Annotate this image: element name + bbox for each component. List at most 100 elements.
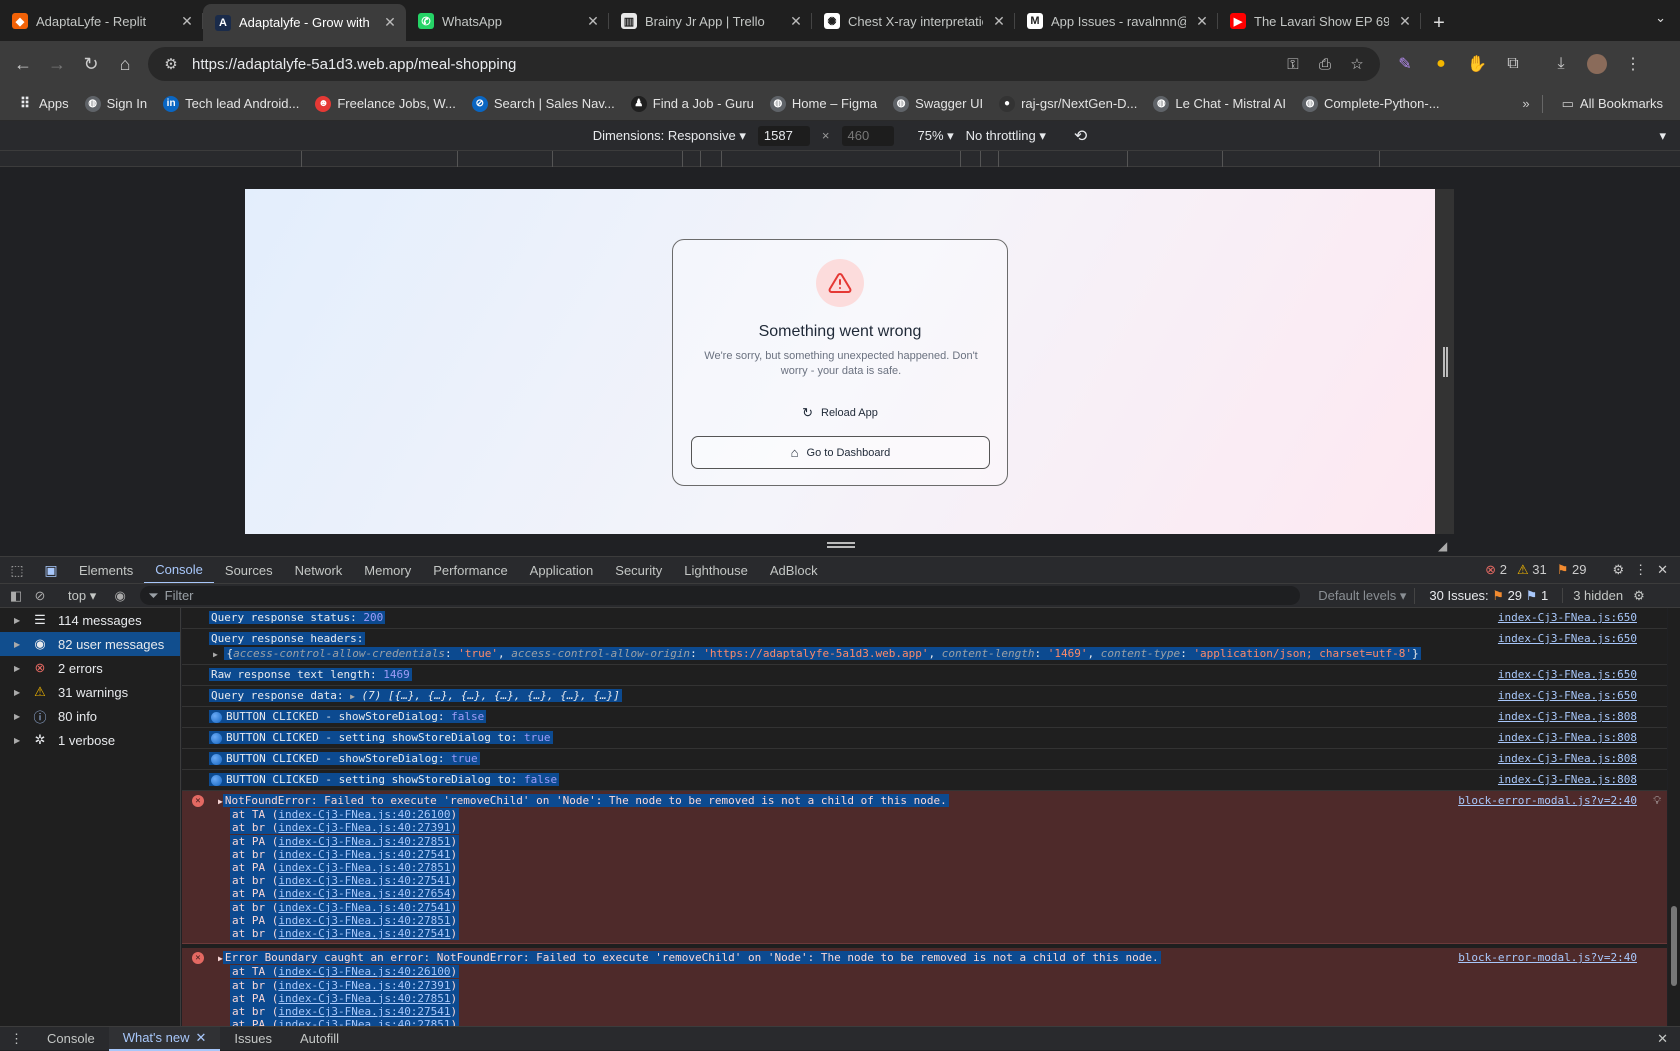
- stack-link[interactable]: index-Cj3-FNea.js:40:27851: [278, 914, 450, 927]
- browser-tab[interactable]: ◆ AdaptaLyfe - Replit ✕: [0, 4, 203, 38]
- expand-arrow-icon[interactable]: ▶: [14, 616, 22, 625]
- source-link[interactable]: index-Cj3-FNea.js:808: [1498, 752, 1637, 765]
- device-width-input[interactable]: 1587: [757, 125, 810, 146]
- devtools-tab-lighthouse[interactable]: Lighthouse: [673, 557, 759, 584]
- close-drawer-icon[interactable]: ✕: [1657, 1031, 1680, 1047]
- drawer-tab-autofill[interactable]: Autofill: [286, 1027, 353, 1051]
- source-link[interactable]: index-Cj3-FNea.js:650: [1498, 611, 1637, 624]
- devtools-tab-memory[interactable]: Memory: [353, 557, 422, 584]
- all-bookmarks[interactable]: ▭ All Bookmarks: [1555, 91, 1670, 117]
- install-app-icon[interactable]: ⎙: [1314, 56, 1336, 73]
- settings-gear-icon[interactable]: ⚙: [1612, 562, 1624, 578]
- resize-grip-bottom-icon[interactable]: [827, 542, 855, 548]
- close-tab-icon[interactable]: ✕: [991, 13, 1007, 30]
- expand-arrow-icon[interactable]: ▶: [14, 640, 22, 649]
- source-link[interactable]: index-Cj3-FNea.js:650: [1498, 689, 1637, 702]
- browser-tab[interactable]: ✆ WhatsApp ✕: [406, 4, 609, 38]
- expand-arrow-icon[interactable]: ▶: [350, 692, 355, 701]
- close-tab-icon[interactable]: ✕: [585, 13, 601, 30]
- drawer-menu-icon[interactable]: ⋮: [0, 1031, 33, 1047]
- bookmark-item[interactable]: ♟ Find a Job - Guru: [624, 91, 761, 117]
- bookmark-item[interactable]: ◍ Swagger UI: [886, 91, 990, 117]
- site-settings-icon[interactable]: ⚙: [160, 55, 182, 73]
- stack-link[interactable]: index-Cj3-FNea.js:40:27391: [278, 979, 450, 992]
- sidebar-filter-item[interactable]: ▶ ⚠ 31 warnings: [0, 680, 180, 704]
- default-levels-select[interactable]: Default levels ▾: [1310, 587, 1416, 604]
- devtools-tab-console[interactable]: Console: [144, 557, 214, 584]
- devtools-tab-sources[interactable]: Sources: [214, 557, 284, 584]
- back-icon[interactable]: ←: [6, 47, 40, 81]
- extension-stop-icon[interactable]: ✋: [1460, 47, 1494, 81]
- expand-arrow-icon[interactable]: ▶: [14, 736, 22, 745]
- stack-link[interactable]: index-Cj3-FNea.js:40:27654: [278, 887, 450, 900]
- extension-pen-icon[interactable]: ✎: [1388, 47, 1422, 81]
- source-link[interactable]: index-Cj3-FNea.js:808: [1498, 710, 1637, 723]
- profile-avatar[interactable]: [1580, 47, 1614, 81]
- bookmark-item[interactable]: ◍ Le Chat - Mistral AI: [1146, 91, 1293, 117]
- drawer-tab-what-s-new[interactable]: What's new ✕: [108, 1026, 221, 1051]
- devtools-tab-elements[interactable]: Elements: [68, 557, 144, 584]
- address-bar[interactable]: ⚙ https://adaptalyfe-5a1d3.web.app/meal-…: [148, 47, 1380, 81]
- stack-link[interactable]: index-Cj3-FNea.js:40:27851: [278, 835, 450, 848]
- close-tab-icon[interactable]: ✕: [1397, 13, 1413, 30]
- browser-tab[interactable]: ▥ Brainy Jr App | Trello ✕: [609, 4, 812, 38]
- stack-link[interactable]: index-Cj3-FNea.js:40:27851: [278, 1018, 450, 1026]
- extensions-puzzle-icon[interactable]: ⧉: [1496, 47, 1530, 81]
- zoom-select[interactable]: 75% ▾: [918, 128, 954, 144]
- expand-arrow-icon[interactable]: ▶: [14, 664, 22, 673]
- reload-icon[interactable]: ↻: [74, 47, 108, 81]
- scrollbar-thumb[interactable]: [1671, 906, 1677, 986]
- expand-arrow-icon[interactable]: ▶: [213, 650, 218, 659]
- stack-link[interactable]: index-Cj3-FNea.js:40:27541: [278, 1005, 450, 1018]
- devtools-tab-security[interactable]: Security: [604, 557, 673, 584]
- dimensions-select[interactable]: Dimensions: Responsive ▾: [593, 128, 746, 144]
- devtools-tab-network[interactable]: Network: [284, 557, 354, 584]
- bookmark-star-icon[interactable]: ☆: [1346, 55, 1368, 73]
- extension-badge-icon[interactable]: ●: [1424, 47, 1458, 81]
- stack-link[interactable]: index-Cj3-FNea.js:40:27541: [278, 901, 450, 914]
- sidebar-filter-item[interactable]: ▶ ☰ 114 messages: [0, 608, 180, 632]
- close-devtools-icon[interactable]: ✕: [1657, 562, 1668, 578]
- stack-link[interactable]: index-Cj3-FNea.js:40:27851: [278, 861, 450, 874]
- live-expression-eye-icon[interactable]: ◉: [108, 588, 132, 604]
- warnings-counter[interactable]: ⚠ 31: [1517, 562, 1547, 578]
- source-link[interactable]: index-Cj3-FNea.js:808: [1498, 731, 1637, 744]
- close-tab-icon[interactable]: ✕: [1194, 13, 1210, 30]
- lightbulb-icon[interactable]: 💡︎: [1653, 794, 1661, 808]
- expand-arrow-icon[interactable]: ▶: [14, 688, 22, 697]
- source-link[interactable]: index-Cj3-FNea.js:808: [1498, 773, 1637, 786]
- reload-app-button[interactable]: ↻ Reload App: [691, 400, 989, 426]
- resize-grip-icon[interactable]: [1443, 347, 1448, 377]
- new-tab-button[interactable]: +: [1421, 5, 1457, 41]
- devtools-menu-icon[interactable]: ⋮: [1634, 562, 1647, 578]
- bookmark-item[interactable]: ◍ Complete-Python-...: [1295, 91, 1447, 117]
- go-to-dashboard-button[interactable]: ⌂ Go to Dashboard: [691, 436, 990, 469]
- rotate-icon[interactable]: ⟲: [1074, 126, 1087, 146]
- console-filter-input[interactable]: ⏷ Filter: [140, 586, 1301, 605]
- stack-link[interactable]: index-Cj3-FNea.js:40:26100: [278, 808, 450, 821]
- devtools-tab-application[interactable]: Application: [519, 557, 605, 584]
- home-icon[interactable]: ⌂: [108, 47, 142, 81]
- url-text[interactable]: https://adaptalyfe-5a1d3.web.app/meal-sh…: [192, 56, 1272, 73]
- bookmark-item[interactable]: ◍ Home – Figma: [763, 91, 884, 117]
- stack-link[interactable]: index-Cj3-FNea.js:40:27541: [278, 927, 450, 940]
- close-tab-icon[interactable]: ✕: [196, 1030, 207, 1046]
- stack-link[interactable]: index-Cj3-FNea.js:40:27851: [278, 992, 450, 1005]
- inspect-element-icon[interactable]: ⬚: [0, 557, 34, 584]
- sidebar-filter-item[interactable]: ▶ ◉ 82 user messages: [0, 632, 180, 656]
- bookmark-item[interactable]: in Tech lead Android...: [156, 91, 306, 117]
- expand-arrow-icon[interactable]: ▶: [14, 712, 22, 721]
- bookmark-item[interactable]: ☻ Freelance Jobs, W...: [308, 91, 463, 117]
- source-link[interactable]: index-Cj3-FNea.js:650: [1498, 668, 1637, 681]
- drawer-tab-console[interactable]: Console: [33, 1027, 109, 1051]
- source-link[interactable]: index-Cj3-FNea.js:650: [1498, 632, 1637, 645]
- bookmark-item[interactable]: ⊘ Search | Sales Nav...: [465, 91, 622, 117]
- bookmark-item[interactable]: ● raj-gsr/NextGen-D...: [992, 91, 1144, 117]
- issues-counter[interactable]: ⚑ 29: [1557, 562, 1587, 578]
- console-scrollbar[interactable]: [1668, 608, 1680, 1026]
- browser-tab[interactable]: M App Issues - ravalnnn@g ✕: [1015, 4, 1218, 38]
- log-value[interactable]: (7) [{…}, {…}, {…}, {…}, {…}, {…}, {…}]: [362, 689, 620, 702]
- close-tab-icon[interactable]: ✕: [788, 13, 804, 30]
- sidebar-toggle-icon[interactable]: ◧: [4, 588, 28, 604]
- device-toggle-icon[interactable]: ▣: [34, 557, 68, 584]
